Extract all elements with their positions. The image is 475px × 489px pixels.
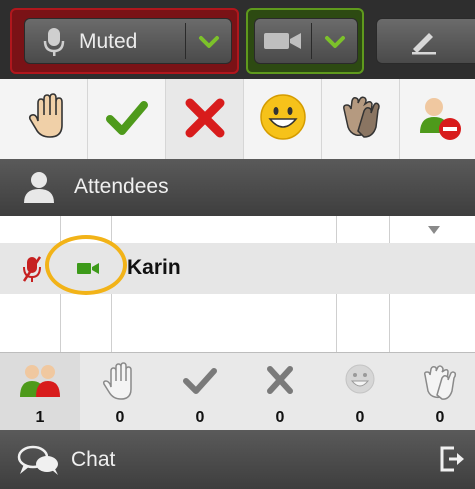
checkmark-icon (106, 101, 148, 135)
checkmark-icon (183, 368, 217, 394)
camera-control-highlight (246, 8, 364, 74)
camera-highlight-circle (45, 235, 127, 295)
chat-label: Chat (71, 448, 116, 471)
smiley-icon (260, 94, 306, 140)
count-value: 0 (355, 409, 365, 426)
smiley-icon (345, 364, 375, 394)
edit-button[interactable] (376, 18, 475, 64)
person-icon (22, 171, 56, 208)
video-camera-icon (263, 30, 303, 57)
hand-icon (103, 362, 132, 400)
camera-button[interactable] (254, 18, 358, 64)
microphone-icon (43, 27, 65, 62)
chevron-down-icon (325, 36, 345, 48)
x-icon (185, 98, 225, 138)
mic-control-highlight: Muted (10, 8, 239, 74)
away-button[interactable] (400, 79, 475, 159)
exit-icon[interactable] (438, 444, 468, 479)
microphone-muted-icon[interactable] (22, 255, 42, 288)
chat-icon (16, 444, 62, 481)
agree-button[interactable] (88, 79, 166, 159)
clap-icon (343, 96, 380, 138)
count-value: 0 (435, 409, 445, 426)
chat-bar[interactable]: Chat (0, 430, 475, 489)
mic-options-dropdown[interactable] (193, 27, 225, 57)
divider (185, 23, 186, 59)
status-counts-bar: 1 0 0 0 0 0 (0, 352, 475, 431)
sort-arrow-icon[interactable] (428, 226, 440, 234)
mute-button[interactable]: Muted (24, 18, 232, 64)
divider (311, 23, 312, 59)
status-buttons (0, 79, 475, 160)
pencil-icon (412, 33, 436, 55)
smile-count[interactable]: 0 (320, 353, 400, 431)
x-icon (267, 366, 293, 394)
camera-options-dropdown[interactable] (319, 27, 351, 57)
attendees-header[interactable]: Attendees (0, 159, 475, 216)
attendee-name: Karin (127, 256, 181, 279)
media-toolbar: Muted (0, 0, 475, 79)
attendees-title: Attendees (74, 175, 169, 198)
agree-count[interactable]: 0 (160, 353, 240, 431)
applause-button[interactable] (322, 79, 400, 159)
count-value: 0 (115, 409, 125, 426)
clap-icon (424, 365, 457, 400)
smile-button[interactable] (244, 79, 322, 159)
user-away-icon (420, 98, 461, 140)
raise-hand-count[interactable]: 0 (80, 353, 160, 431)
count-value: 0 (275, 409, 285, 426)
hand-icon (28, 93, 63, 138)
raise-hand-button[interactable] (10, 79, 88, 159)
count-value: 0 (195, 409, 205, 426)
count-value: 1 (35, 409, 45, 426)
applause-count[interactable]: 0 (400, 353, 475, 431)
chevron-down-icon (199, 36, 219, 48)
disagree-count[interactable]: 0 (240, 353, 320, 431)
disagree-button[interactable] (166, 79, 244, 159)
mute-label: Muted (79, 30, 138, 53)
attendee-count[interactable]: 1 (0, 353, 80, 431)
attendees-icon (20, 365, 60, 397)
